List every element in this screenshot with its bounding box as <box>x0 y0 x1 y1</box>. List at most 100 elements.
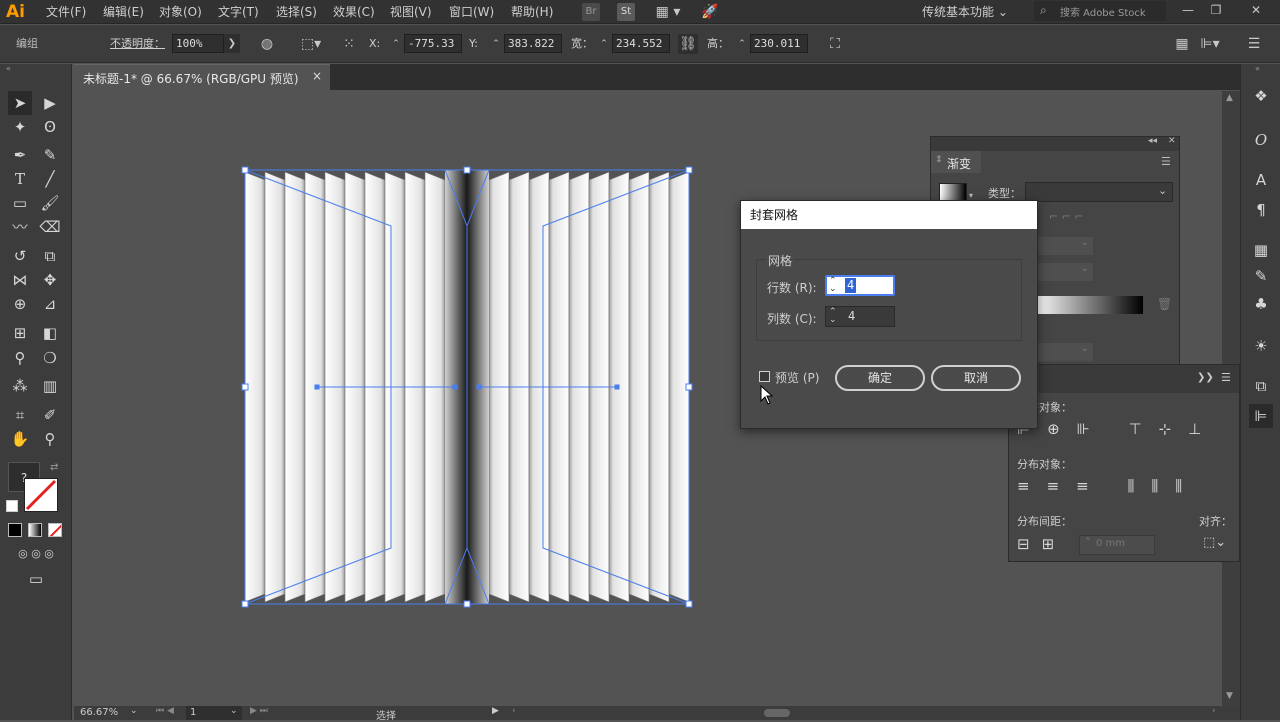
line-tool-icon[interactable]: ╱ <box>38 167 62 191</box>
bbox-handle-r[interactable] <box>685 383 693 391</box>
lasso-tool-icon[interactable]: ʘ <box>38 115 62 139</box>
character-icon[interactable]: A <box>1249 168 1273 192</box>
perspective-grid-icon[interactable]: ⊿ <box>38 292 62 316</box>
mesh-tool-icon[interactable]: ⊞ <box>8 321 32 345</box>
gradient-mode-icon[interactable] <box>28 523 42 537</box>
gpu-performance-icon[interactable]: 🚀 <box>698 2 722 22</box>
opacity-label[interactable]: 不透明度： <box>110 37 165 51</box>
shape-builder-icon[interactable]: ⊕ <box>8 292 32 316</box>
recolor-icon[interactable]: ◍ <box>256 34 278 54</box>
collapse-toolbox-icon[interactable]: « <box>0 64 72 74</box>
gradient-slider[interactable] <box>1035 296 1143 314</box>
default-colors-icon[interactable] <box>6 500 18 512</box>
selection-tool-icon[interactable]: ➤ <box>8 91 32 115</box>
anchor-point[interactable] <box>314 384 320 390</box>
brushes-icon[interactable]: ✎ <box>1249 264 1273 288</box>
puppet-warp-icon[interactable]: ✥ <box>38 268 62 292</box>
gradient-menu-icon[interactable]: ☰ <box>1161 155 1171 168</box>
gradient-tab[interactable]: ⇕ 渐变 <box>931 151 981 173</box>
hscroll-right-icon[interactable]: › <box>1212 706 1216 716</box>
magic-wand-icon[interactable]: ✦ <box>8 115 32 139</box>
opacity-select[interactable]: ⌄ <box>1031 343 1093 361</box>
workspace-switcher[interactable]: 传统基本功能 ⌄ <box>922 0 1008 24</box>
align-dock-icon[interactable]: ⊫ <box>1249 404 1273 428</box>
menu-help[interactable]: 帮助(H) <box>511 0 553 24</box>
direct-selection-tool-icon[interactable]: ▶ <box>38 91 62 115</box>
stroke-swatch[interactable] <box>24 478 58 512</box>
rotate-tool-icon[interactable]: ↺ <box>8 244 32 268</box>
close-window-icon[interactable]: ✕ <box>1248 0 1264 20</box>
anchor-point[interactable] <box>476 384 482 390</box>
preview-checkbox[interactable] <box>759 371 770 382</box>
cancel-button[interactable]: 取消 <box>931 365 1021 391</box>
swatches-icon[interactable]: ▦ <box>1249 238 1273 262</box>
stroke-gradient-icons[interactable]: ⌐ ⌐ ⌐ <box>1049 210 1089 228</box>
align-to-selector-icon[interactable]: ⬚⌄ <box>1203 535 1233 555</box>
control-menu-icon[interactable]: ☰ <box>1244 34 1264 54</box>
ok-button[interactable]: 确定 <box>835 365 925 391</box>
scroll-up-icon[interactable]: ▲ <box>1226 93 1233 103</box>
paintbrush-tool-icon[interactable]: 🖌 <box>38 191 62 215</box>
minimize-icon[interactable]: — <box>1180 0 1196 20</box>
blend-tool-icon[interactable]: ❍ <box>38 346 62 370</box>
slice-tool-icon[interactable]: ✐ <box>38 403 62 427</box>
hscroll-left-icon[interactable]: ‹ <box>512 706 516 716</box>
x-stepper-icon[interactable]: ⌃ <box>390 34 402 54</box>
aspect-select[interactable]: ⌄ <box>1031 263 1093 281</box>
paragraph-icon[interactable]: ¶ <box>1249 198 1273 222</box>
glyphs-icon[interactable]: O <box>1249 128 1273 152</box>
swatch-dropdown-icon[interactable]: ▾ <box>969 191 973 200</box>
last-page-icon[interactable]: ▶ ⏭ <box>250 706 268 716</box>
y-input[interactable]: 383.822 n <box>504 34 562 53</box>
symbol-sprayer-icon[interactable]: ⁂ <box>8 374 32 398</box>
symbols-icon[interactable]: ♣ <box>1249 292 1273 316</box>
transform-icon[interactable]: ⛶ <box>824 34 846 54</box>
columns-stepper-icon[interactable]: ⌃ ⌄ <box>829 308 837 325</box>
menu-effect[interactable]: 效果(C) <box>333 0 375 24</box>
rows-stepper-icon[interactable]: ⌃ ⌄ <box>829 277 837 294</box>
menu-object[interactable]: 对象(O) <box>159 0 202 24</box>
columns-input[interactable]: ⌃ ⌄ 4 <box>825 306 895 327</box>
pen-tool-icon[interactable]: ✒ <box>8 143 32 167</box>
scale-tool-icon[interactable]: ⧉ <box>38 244 62 268</box>
arrange-documents-icon[interactable]: ▦ ▾ <box>650 2 686 22</box>
link-proportions-icon[interactable]: ⛓ <box>678 34 698 54</box>
graph-tool-icon[interactable]: ▥ <box>38 374 62 398</box>
hscroll-thumb[interactable] <box>764 709 790 717</box>
menu-view[interactable]: 视图(V) <box>390 0 432 24</box>
bbox-handle-l[interactable] <box>241 383 249 391</box>
status-menu-icon[interactable]: ▶ <box>492 706 499 716</box>
draw-mode-icons[interactable]: ◎ ◎ ◎ <box>6 542 66 566</box>
align-objects-buttons[interactable]: ⊫⊕⊪ ⊤⊹⊥ <box>1017 420 1235 442</box>
arrange-icon[interactable]: ⊫▾ <box>1196 34 1224 54</box>
transform-reference-icon[interactable]: ⬚▾ <box>297 34 325 54</box>
hand-tool-icon[interactable]: ✋ <box>8 427 32 451</box>
bbox-handle-tr[interactable] <box>685 166 693 174</box>
pathfinder-icon[interactable]: ⧉ <box>1249 374 1273 398</box>
libraries-icon[interactable]: ❖ <box>1249 84 1273 108</box>
anchor-point[interactable] <box>452 384 458 390</box>
artboard-number-input[interactable]: 1 ⌄ <box>186 706 242 720</box>
shaper-tool-icon[interactable]: 〰 <box>8 215 32 239</box>
width-stepper-icon[interactable]: ⌃ <box>598 34 610 54</box>
menu-edit[interactable]: 编辑(E) <box>103 0 144 24</box>
y-stepper-icon[interactable]: ⌃ <box>490 34 502 54</box>
document-tab[interactable]: 未标题-1* @ 66.67% (RGB/GPU 预览) × <box>74 64 330 90</box>
zoom-tool-icon[interactable]: ⚲ <box>38 427 62 451</box>
height-stepper-icon[interactable]: ⌃ <box>736 34 748 54</box>
curvature-tool-icon[interactable]: ✎ <box>38 143 62 167</box>
angle-select[interactable]: ⌄ <box>1031 237 1093 255</box>
height-input[interactable]: 230.011 n <box>750 34 808 53</box>
bbox-handle-br[interactable] <box>685 600 693 608</box>
close-panel-icon[interactable]: ✕ <box>1168 136 1176 146</box>
preview-label[interactable]: 预览 (P) <box>775 369 819 386</box>
stock-button[interactable]: St <box>617 3 635 21</box>
anchor-point[interactable] <box>614 384 620 390</box>
width-tool-icon[interactable]: ⋈ <box>8 268 32 292</box>
width-input[interactable]: 234.552 n <box>612 34 670 53</box>
none-mode-icon[interactable] <box>48 523 62 537</box>
menu-select[interactable]: 选择(S) <box>276 0 317 24</box>
screen-mode-icon[interactable]: ▭ <box>22 567 50 591</box>
bbox-handle-bl[interactable] <box>241 600 249 608</box>
maximize-icon[interactable]: ❐ <box>1208 0 1224 20</box>
